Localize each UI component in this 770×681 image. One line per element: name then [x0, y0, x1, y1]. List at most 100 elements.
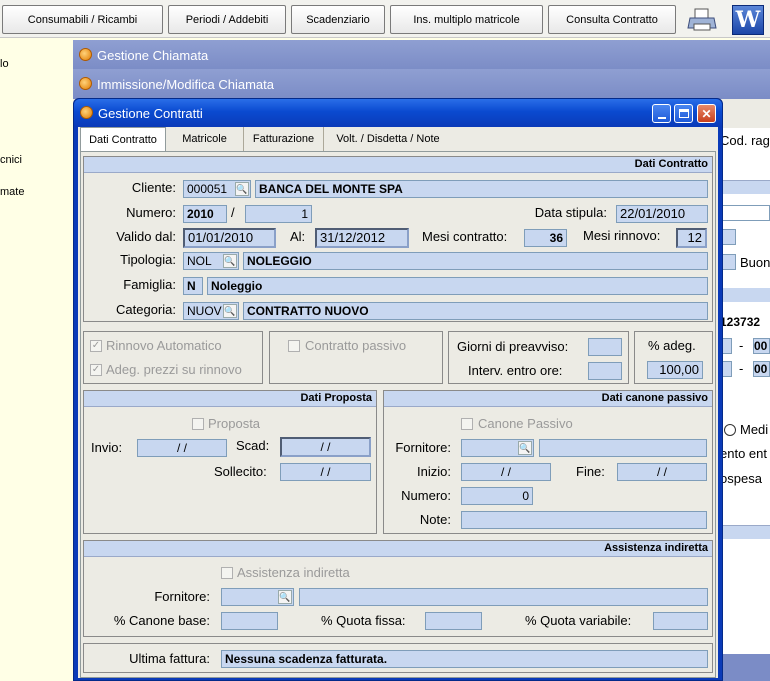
dialog-titlebar[interactable]: Gestione Contratti: [74, 99, 722, 127]
lookup-icon[interactable]: 🔍: [278, 590, 292, 604]
tab-fatturazione[interactable]: Fatturazione: [244, 127, 324, 151]
assistenza-fornitore-name-field[interactable]: [299, 588, 708, 606]
consulta-contratto-button[interactable]: Consulta Contratto: [548, 5, 676, 34]
numero-field[interactable]: 1: [245, 205, 312, 223]
categoria-code-field[interactable]: NUOV 🔍: [183, 302, 239, 320]
mesi-contratto-field[interactable]: 36: [524, 229, 567, 247]
behind-code: 123732: [720, 315, 761, 329]
famiglia-code-field[interactable]: N: [183, 277, 203, 295]
behind-header-3: [720, 525, 770, 539]
quota-fissa-label: % Quota fissa:: [321, 613, 406, 628]
canone-passivo-header: Dati canone passivo: [384, 391, 712, 407]
ultima-fattura-label: Ultima fattura:: [129, 651, 210, 666]
sollecito-label: Sollecito:: [214, 464, 267, 479]
cod-rag-label: Cod. rag: [720, 133, 770, 148]
cliente-code-field[interactable]: 000051 🔍: [183, 180, 251, 198]
medi-label: Medi: [740, 422, 769, 437]
scad-label: Scad:: [236, 438, 270, 453]
famiglia-label: Famiglia:: [123, 277, 176, 292]
al-label: Al:: [290, 229, 306, 244]
tab-volt-disdetta-note[interactable]: Volt. / Disdetta / Note: [324, 127, 452, 151]
cliente-name-field[interactable]: BANCA DEL MONTE SPA: [255, 180, 708, 198]
categoria-name-field[interactable]: CONTRATTO NUOVO: [243, 302, 708, 320]
giorni-preavviso-field[interactable]: [588, 338, 622, 356]
mesi-rinnovo-label: Mesi rinnovo:: [583, 228, 661, 243]
data-stipula-label: Data stipula:: [534, 205, 607, 220]
scadenziario-button[interactable]: Scadenziario: [291, 5, 385, 34]
lookup-icon[interactable]: 🔍: [518, 441, 532, 455]
rinnovo-automatico-checkbox[interactable]: ✓: [90, 340, 102, 352]
buon-label: Buon: [740, 255, 770, 270]
behind-field[interactable]: [720, 205, 770, 221]
giorni-preavviso-label: Giorni di preavviso:: [457, 339, 569, 354]
tab-matricole[interactable]: Matricole: [166, 127, 244, 151]
assistenza-indiretta-checkbox[interactable]: [221, 567, 233, 579]
al-field[interactable]: 31/12/2012: [315, 228, 409, 248]
window-icon: [79, 77, 92, 90]
adeg-field[interactable]: 100,00: [647, 361, 703, 379]
behind-val-1[interactable]: 00: [753, 338, 770, 354]
invio-label: Invio:: [91, 440, 123, 455]
data-stipula-field[interactable]: 22/01/2010: [616, 205, 708, 223]
fornitore-code-field[interactable]: 🔍: [461, 439, 534, 457]
assistenza-fornitore-code-field[interactable]: 🔍: [221, 588, 294, 606]
lookup-icon[interactable]: 🔍: [223, 304, 237, 318]
valido-dal-field[interactable]: 01/01/2010: [183, 228, 276, 248]
ospesa-label: ospesa: [720, 471, 762, 486]
behind-right-panel: Cod. rag Buon 123732 - 00 - 00 Medi ento…: [720, 128, 770, 681]
close-button[interactable]: ✕: [697, 104, 716, 123]
periodi-addebiti-button[interactable]: Periodi / Addebiti: [168, 5, 286, 34]
interv-entro-label: Interv. entro ore:: [468, 363, 563, 378]
sidebar-item-1[interactable]: lo: [0, 58, 9, 70]
maximize-button[interactable]: [674, 104, 693, 123]
note-label: Note:: [419, 512, 451, 527]
numero-year-field[interactable]: 2010: [183, 205, 227, 223]
note-field[interactable]: [461, 511, 707, 529]
ins-multiplo-matricole-button[interactable]: Ins. multiplo matricole: [390, 5, 543, 34]
inizio-field[interactable]: / /: [461, 463, 551, 481]
quota-variabile-label: % Quota variabile:: [525, 613, 632, 628]
interv-entro-field[interactable]: [588, 362, 622, 380]
quota-variabile-field[interactable]: [653, 612, 708, 630]
minimize-icon: [657, 116, 666, 119]
sidebar-item-2[interactable]: cnici: [0, 154, 22, 166]
contratto-passivo-panel: Contratto passivo: [269, 331, 443, 384]
ultima-fattura-field[interactable]: Nessuna scadenza fatturata.: [221, 650, 708, 668]
minimize-button[interactable]: [652, 104, 671, 123]
quota-fissa-field[interactable]: [425, 612, 482, 630]
sollecito-field[interactable]: / /: [280, 463, 371, 481]
contratto-passivo-checkbox[interactable]: [288, 340, 300, 352]
scad-field[interactable]: / /: [280, 437, 371, 457]
sidebar-item-3[interactable]: mate: [0, 186, 24, 198]
dati-proposta-panel: Dati Proposta Proposta Invio: / / Scad: …: [83, 390, 377, 534]
fine-field[interactable]: / /: [617, 463, 707, 481]
behind-header: [720, 180, 770, 194]
canone-base-field[interactable]: [221, 612, 278, 630]
tab-dati-contratto[interactable]: Dati Contratto: [80, 127, 166, 151]
word-icon[interactable]: W: [732, 5, 764, 35]
lookup-icon[interactable]: 🔍: [235, 182, 249, 196]
window-icon: [79, 48, 92, 61]
printer-icon[interactable]: [686, 6, 718, 34]
mesi-rinnovo-field[interactable]: 12: [676, 228, 707, 248]
tipologia-name-field[interactable]: NOLEGGIO: [243, 252, 708, 270]
adeg-prezzi-checkbox[interactable]: ✓: [90, 364, 102, 376]
proposta-checkbox[interactable]: [192, 418, 204, 430]
behind-val-2[interactable]: 00: [753, 361, 770, 377]
assistenza-fornitore-label: Fornitore:: [154, 589, 210, 604]
ultima-fattura-panel: Ultima fattura: Nessuna scadenza fattura…: [83, 643, 713, 673]
tipologia-code-field[interactable]: NOL 🔍: [183, 252, 239, 270]
behind-footer: [720, 654, 770, 681]
immissione-chiamata-titlebar: Immissione/Modifica Chiamata: [73, 69, 770, 99]
famiglia-name-field[interactable]: Noleggio: [207, 277, 708, 295]
dati-contratto-header: Dati Contratto: [84, 157, 712, 173]
canone-passivo-checkbox[interactable]: [461, 418, 473, 430]
invio-field[interactable]: / /: [137, 439, 227, 457]
lookup-icon[interactable]: 🔍: [223, 254, 237, 268]
fornitore-label: Fornitore:: [395, 440, 451, 455]
medi-radio[interactable]: [724, 424, 736, 436]
window-icon: [80, 106, 93, 119]
fornitore-name-field[interactable]: [539, 439, 707, 457]
numero-canone-field[interactable]: 0: [461, 487, 533, 505]
consumabili-ricambi-button[interactable]: Consumabili / Ricambi: [2, 5, 163, 34]
